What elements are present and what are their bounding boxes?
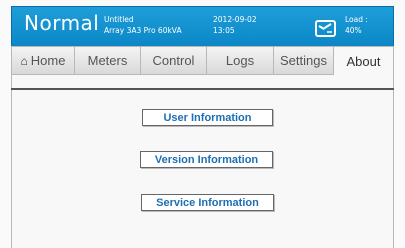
datetime: 2012-09-02 13:05 (213, 14, 257, 36)
tab-control[interactable]: Control (141, 46, 207, 75)
main-tabs: ⌂ Home Meters Control Logs Settings Abou… (11, 46, 394, 76)
tab-settings[interactable]: Settings (274, 46, 334, 75)
project-info: Untitled Array 3A3 Pro 60kVA (104, 14, 182, 36)
service-information-button[interactable]: Service Information (141, 194, 274, 211)
home-icon: ⌂ (20, 53, 28, 68)
tab-home[interactable]: ⌂ Home (11, 46, 75, 75)
tab-logs[interactable]: Logs (207, 46, 274, 75)
status-header: Normal Untitled Array 3A3 Pro 60kVA 2012… (11, 6, 394, 48)
tab-logs-label: Logs (225, 53, 255, 68)
gauge-needle-icon (318, 23, 332, 33)
tab-control-label: Control (152, 53, 195, 68)
project-name: Untitled (104, 15, 134, 24)
time: 13:05 (213, 26, 235, 35)
load-value: 40% (345, 26, 362, 35)
project-config: Array 3A3 Pro 60kVA (104, 26, 182, 35)
user-information-button[interactable]: User Information (142, 109, 273, 126)
gauge-icon (315, 20, 336, 37)
tab-settings-label: Settings (280, 53, 327, 68)
load-label: Load : (345, 15, 368, 24)
tab-meters-label: Meters (87, 53, 128, 68)
tab-about[interactable]: About (334, 46, 394, 76)
tab-about-label: About (346, 53, 381, 69)
operating-mode: Normal (24, 11, 100, 35)
tab-home-label: Home (30, 53, 66, 68)
load-info: Load : 40% (345, 14, 368, 36)
about-screen: Normal Untitled Array 3A3 Pro 60kVA 2012… (0, 0, 405, 248)
date: 2012-09-02 (213, 15, 257, 24)
version-information-button[interactable]: Version Information (140, 151, 273, 168)
panel-divider (11, 88, 394, 90)
tab-meters[interactable]: Meters (75, 46, 141, 75)
